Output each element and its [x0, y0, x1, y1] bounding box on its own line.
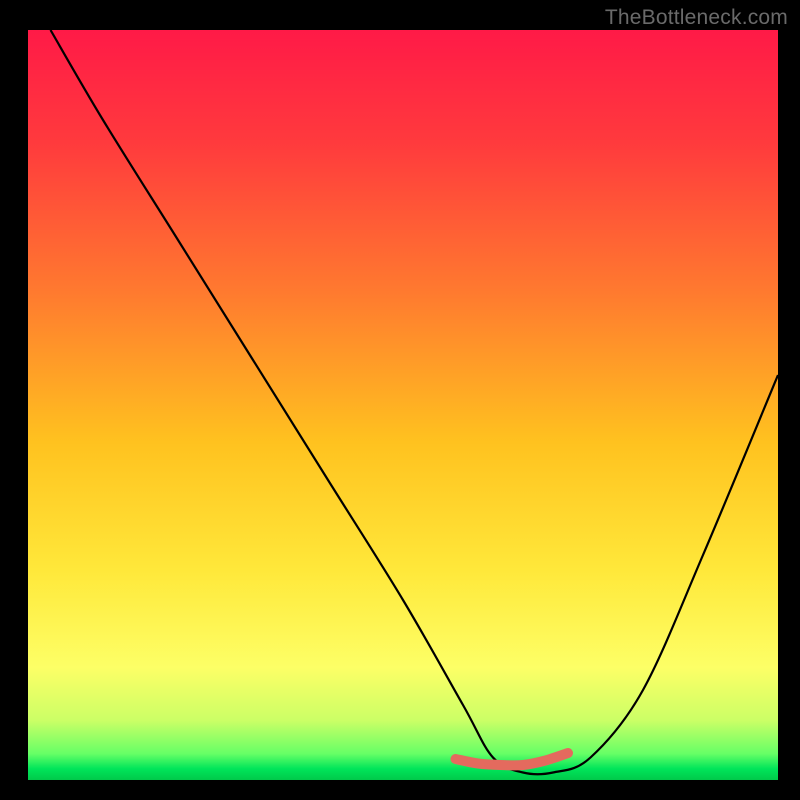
- gradient-background: [28, 30, 778, 780]
- plot-svg: [28, 30, 778, 780]
- plot-area: [28, 30, 778, 780]
- watermark-text: TheBottleneck.com: [605, 6, 788, 30]
- chart-stage: TheBottleneck.com: [0, 0, 800, 800]
